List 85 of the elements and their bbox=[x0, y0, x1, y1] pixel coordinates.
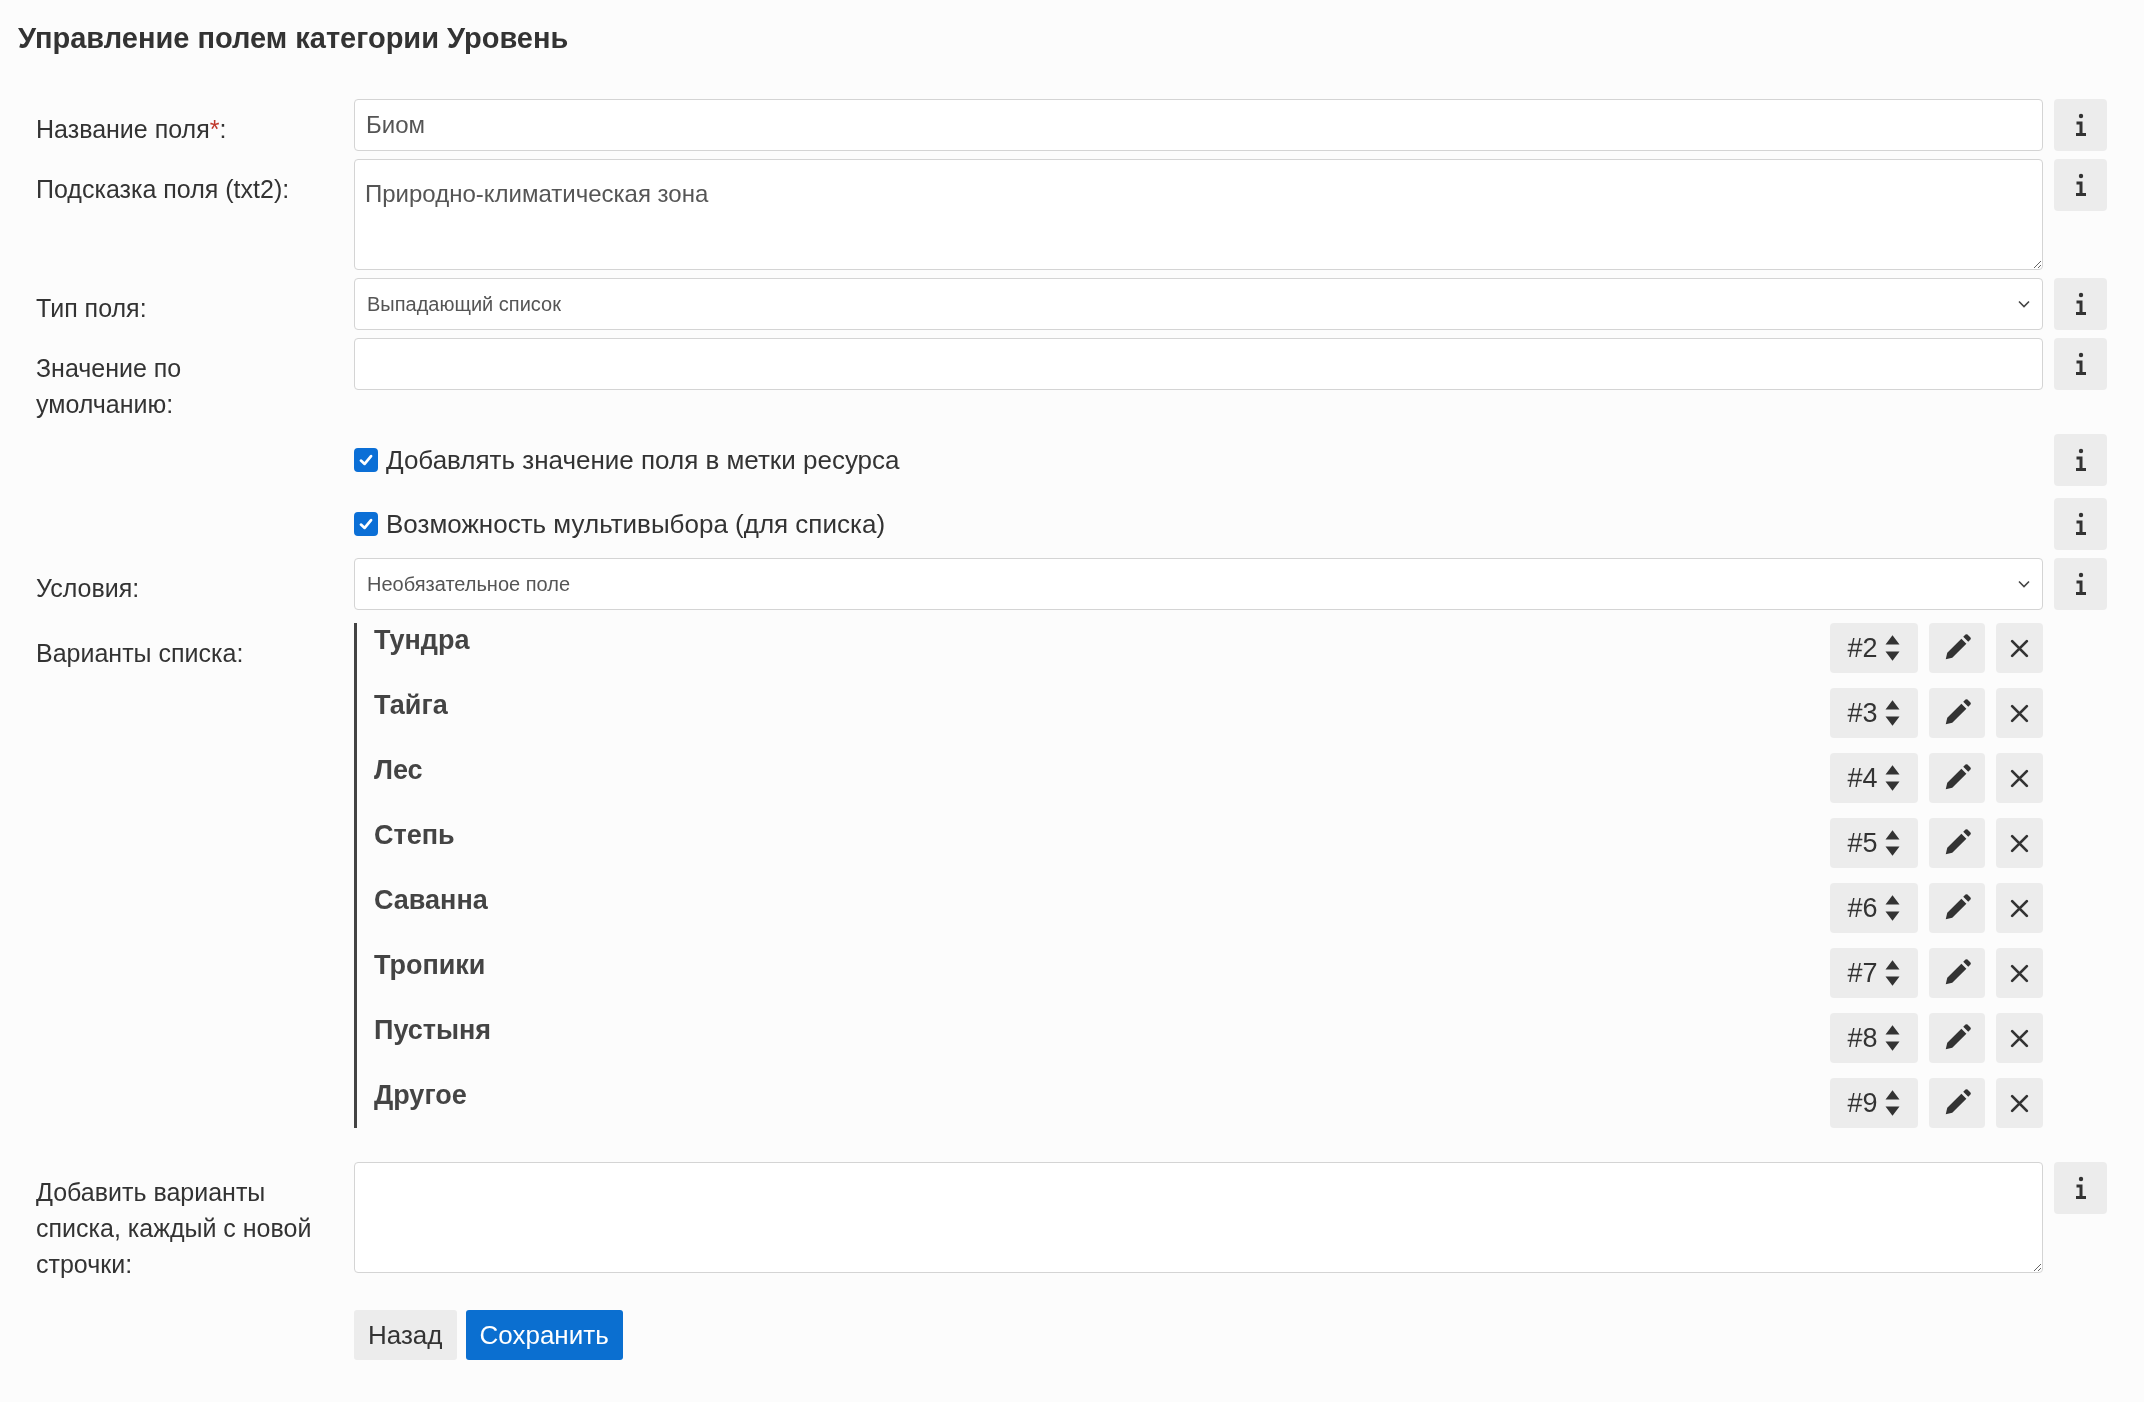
checkbox[interactable] bbox=[354, 448, 378, 472]
info-button[interactable] bbox=[2054, 558, 2107, 610]
info-icon bbox=[2073, 113, 2088, 137]
text-area[interactable]: Природно-климатическая зона bbox=[354, 159, 2043, 270]
checkbox[interactable] bbox=[354, 512, 378, 536]
close-icon bbox=[2009, 962, 2030, 984]
info-icon bbox=[2073, 512, 2088, 536]
option-name: Тундра bbox=[373, 624, 470, 657]
info-button[interactable] bbox=[2054, 338, 2107, 390]
info-icon bbox=[2073, 572, 2088, 596]
edit-button[interactable] bbox=[1929, 623, 1985, 673]
field-label: Значение по умолчанию: bbox=[36, 353, 183, 420]
field-label: Тип поля: bbox=[36, 293, 148, 324]
option-name: Тропики bbox=[373, 949, 486, 982]
field-label: Варианты списка: bbox=[36, 638, 245, 669]
sort-icon bbox=[1883, 1089, 1901, 1117]
dropdown-select[interactable]: Выпадающий список bbox=[354, 278, 2043, 330]
delete-button[interactable] bbox=[1996, 623, 2043, 673]
close-icon bbox=[2009, 767, 2030, 789]
field-label: Условия: bbox=[36, 573, 141, 604]
close-icon bbox=[2009, 702, 2030, 724]
sort-icon bbox=[1883, 1024, 1901, 1052]
option-name: Степь bbox=[373, 819, 455, 852]
checkbox-label: Добавлять значение поля в метки ресурса bbox=[386, 444, 900, 476]
page-title: Управление полем категории Уровень bbox=[18, 21, 570, 56]
edit-button[interactable] bbox=[1929, 753, 1985, 803]
checkbox-label: Возможность мультивыбора (для списка) bbox=[386, 508, 886, 540]
sort-icon bbox=[1883, 959, 1901, 987]
close-icon bbox=[2009, 637, 2030, 659]
edit-button[interactable] bbox=[1929, 948, 1985, 998]
delete-button[interactable] bbox=[1996, 688, 2043, 738]
option-name: Саванна bbox=[373, 884, 488, 917]
edit-button[interactable] bbox=[1929, 1013, 1985, 1063]
sort-order-button[interactable]: #8 bbox=[1830, 1013, 1918, 1063]
sort-order-button[interactable]: #2 bbox=[1830, 623, 1918, 673]
edit-button[interactable] bbox=[1929, 883, 1985, 933]
close-icon bbox=[2009, 1027, 2030, 1049]
sort-icon bbox=[1883, 894, 1901, 922]
field-label: Добавить варианты списка, каждый с новой строчки: bbox=[36, 1177, 313, 1280]
info-icon bbox=[2073, 292, 2088, 316]
field-label: Название поля*: bbox=[36, 114, 228, 145]
sort-icon bbox=[1883, 699, 1901, 727]
text-input[interactable] bbox=[354, 338, 2043, 390]
info-icon bbox=[2073, 1176, 2088, 1200]
info-button[interactable] bbox=[2054, 159, 2107, 211]
text-input[interactable]: Биом bbox=[354, 99, 2043, 151]
chevron-down-icon bbox=[2018, 300, 2030, 308]
info-icon bbox=[2073, 352, 2088, 376]
sort-order-button[interactable]: #3 bbox=[1830, 688, 1918, 738]
edit-button[interactable] bbox=[1929, 1078, 1985, 1128]
delete-button[interactable] bbox=[1996, 818, 2043, 868]
back-button[interactable]: Назад bbox=[354, 1310, 457, 1360]
edit-button[interactable] bbox=[1929, 688, 1985, 738]
close-icon bbox=[2009, 897, 2030, 919]
sort-order-button[interactable]: #6 bbox=[1830, 883, 1918, 933]
delete-button[interactable] bbox=[1996, 1078, 2043, 1128]
close-icon bbox=[2009, 832, 2030, 854]
sort-order-button[interactable]: #7 bbox=[1830, 948, 1918, 998]
sort-icon bbox=[1883, 634, 1901, 662]
info-button[interactable] bbox=[2054, 434, 2107, 486]
sort-icon bbox=[1883, 829, 1901, 857]
sort-order-button[interactable]: #5 bbox=[1830, 818, 1918, 868]
option-name: Тайга bbox=[373, 689, 448, 722]
close-icon bbox=[2009, 1092, 2030, 1114]
option-name: Другое bbox=[373, 1079, 467, 1112]
info-button[interactable] bbox=[2054, 1162, 2107, 1214]
info-button[interactable] bbox=[2054, 99, 2107, 151]
info-button[interactable] bbox=[2054, 498, 2107, 550]
delete-button[interactable] bbox=[1996, 948, 2043, 998]
dropdown-select[interactable]: Необязательное поле bbox=[354, 558, 2043, 610]
delete-button[interactable] bbox=[1996, 1013, 2043, 1063]
info-button[interactable] bbox=[2054, 278, 2107, 330]
info-icon bbox=[2073, 448, 2088, 472]
option-name: Лес bbox=[373, 754, 423, 787]
field-label: Подсказка поля (txt2): bbox=[36, 174, 291, 205]
info-icon bbox=[2073, 173, 2088, 197]
option-name: Пустыня bbox=[373, 1014, 492, 1047]
sort-icon bbox=[1883, 764, 1901, 792]
sort-order-button[interactable]: #9 bbox=[1830, 1078, 1918, 1128]
edit-button[interactable] bbox=[1929, 818, 1985, 868]
sort-order-button[interactable]: #4 bbox=[1830, 753, 1918, 803]
delete-button[interactable] bbox=[1996, 753, 2043, 803]
chevron-down-icon bbox=[2018, 580, 2030, 588]
delete-button[interactable] bbox=[1996, 883, 2043, 933]
save-button[interactable]: Сохранить bbox=[465, 1310, 623, 1360]
